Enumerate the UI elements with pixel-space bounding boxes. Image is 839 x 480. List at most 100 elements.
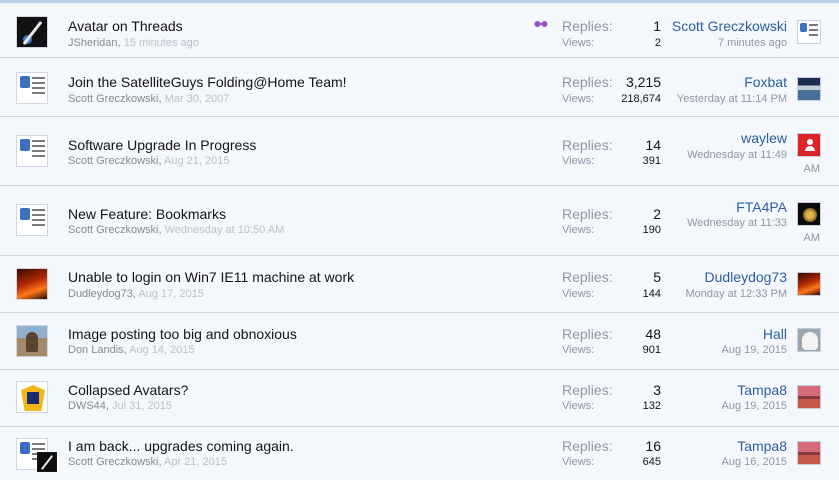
thread-list: Avatar on Threads JSheridan, 15 minutes … bbox=[0, 0, 839, 480]
last-poster-avatar[interactable] bbox=[797, 385, 821, 409]
author-avatar[interactable] bbox=[16, 204, 48, 236]
views-label: Views: bbox=[562, 456, 595, 468]
thread-date[interactable]: Wednesday at 10:50 AM bbox=[165, 224, 285, 236]
thread-date[interactable]: 15 minutes ago bbox=[124, 37, 199, 49]
replies-label: Replies: bbox=[562, 206, 613, 222]
last-poster[interactable]: waylew bbox=[741, 130, 787, 146]
last-poster[interactable]: Tampa8 bbox=[737, 382, 787, 398]
thread-row: Collapsed Avatars? DWS44, Jul 31, 2015 R… bbox=[0, 370, 839, 427]
thread-date[interactable]: Jul 31, 2015 bbox=[112, 400, 172, 412]
thread-author[interactable]: Scott Greczkowski bbox=[68, 93, 158, 105]
author-avatar[interactable] bbox=[16, 325, 48, 357]
views-count: 218,674 bbox=[621, 93, 661, 105]
thread-meta: Scott Greczkowski, Wednesday at 10:50 AM bbox=[68, 224, 285, 236]
thread-meta: Dudleydog73, Aug 17, 2015 bbox=[68, 288, 204, 300]
last-poster-avatar[interactable] bbox=[797, 20, 821, 44]
views-label: Views: bbox=[562, 288, 595, 300]
thread-meta: Scott Greczkowski, Apr 21, 2015 bbox=[68, 456, 227, 468]
thread-title[interactable]: New Feature: Bookmarks bbox=[68, 206, 226, 222]
thread-title[interactable]: Collapsed Avatars? bbox=[68, 382, 188, 398]
thread-author[interactable]: Scott Greczkowski bbox=[68, 224, 158, 236]
replies-label: Replies: bbox=[562, 74, 613, 90]
last-poster-avatar[interactable] bbox=[797, 441, 821, 465]
last-post-time[interactable]: Wednesday at 11:49 bbox=[687, 149, 787, 161]
thread-title[interactable]: Unable to login on Win7 IE11 machine at … bbox=[68, 269, 354, 285]
viewer-avatar-overlay[interactable] bbox=[37, 452, 57, 472]
views-count: 391 bbox=[642, 155, 661, 167]
views-label: Views: bbox=[562, 224, 595, 236]
thread-title[interactable]: Join the SatelliteGuys Folding@Home Team… bbox=[68, 74, 347, 90]
thread-date[interactable]: Aug 21, 2015 bbox=[164, 155, 229, 167]
thread-row: Software Upgrade In Progress Scott Grecz… bbox=[0, 117, 839, 186]
thread-date[interactable]: Aug 17, 2015 bbox=[138, 288, 203, 300]
views-count: 132 bbox=[642, 400, 661, 412]
thread-date[interactable]: Aug 14, 2015 bbox=[129, 344, 194, 356]
thread-title[interactable]: Image posting too big and obnoxious bbox=[68, 326, 297, 342]
thread-author[interactable]: Dudleydog73 bbox=[68, 288, 133, 300]
thread-author[interactable]: Scott Greczkowski bbox=[68, 155, 158, 167]
thread-date[interactable]: Mar 30, 2007 bbox=[165, 93, 230, 105]
last-poster-avatar[interactable] bbox=[797, 272, 821, 296]
author-avatar[interactable] bbox=[16, 381, 48, 413]
thread-date[interactable]: Apr 21, 2015 bbox=[164, 456, 227, 468]
thread-author[interactable]: Scott Greczkowski bbox=[68, 456, 158, 468]
views-count: 2 bbox=[654, 37, 661, 49]
replies-label: Replies: bbox=[562, 137, 613, 153]
last-poster[interactable]: Foxbat bbox=[744, 74, 787, 90]
last-poster[interactable]: Scott Greczkowski bbox=[672, 18, 787, 34]
last-post-time[interactable]: Monday at 12:33 PM bbox=[685, 288, 787, 300]
last-poster-avatar[interactable] bbox=[797, 328, 821, 352]
thread-author[interactable]: JSheridan bbox=[68, 37, 118, 49]
views-count: 645 bbox=[642, 456, 661, 468]
last-post-time[interactable]: 7 minutes ago bbox=[718, 37, 787, 49]
last-poster[interactable]: Tampa8 bbox=[737, 438, 787, 454]
views-label: Views: bbox=[562, 93, 595, 105]
glasses-icon[interactable] bbox=[534, 17, 548, 32]
thread-row: I am back... upgrades coming again. Scot… bbox=[0, 427, 839, 480]
replies-label: Replies: bbox=[562, 438, 613, 454]
replies-count: 48 bbox=[645, 326, 661, 342]
thread-meta: Scott Greczkowski, Aug 21, 2015 bbox=[68, 155, 230, 167]
replies-count: 14 bbox=[645, 137, 661, 153]
last-poster-avatar[interactable] bbox=[797, 133, 821, 157]
thread-author[interactable]: DWS44 bbox=[68, 400, 106, 412]
last-poster[interactable]: Hall bbox=[763, 326, 787, 342]
last-post-time-wrap[interactable]: AM bbox=[804, 232, 821, 244]
author-avatar[interactable] bbox=[16, 135, 48, 167]
thread-meta: DWS44, Jul 31, 2015 bbox=[68, 400, 172, 412]
last-post-time[interactable]: Aug 16, 2015 bbox=[722, 456, 787, 468]
last-poster-avatar[interactable] bbox=[797, 202, 821, 226]
last-post-time[interactable]: Aug 19, 2015 bbox=[722, 344, 787, 356]
replies-label: Replies: bbox=[562, 326, 613, 342]
views-count: 901 bbox=[642, 344, 661, 356]
last-post-time[interactable]: Yesterday at 11:14 PM bbox=[677, 93, 787, 105]
author-avatar[interactable] bbox=[16, 16, 48, 48]
thread-author[interactable]: Don Landis bbox=[68, 344, 124, 356]
last-post-time-wrap[interactable]: AM bbox=[804, 163, 821, 175]
last-post-time[interactable]: Wednesday at 11:33 bbox=[687, 217, 787, 229]
replies-label: Replies: bbox=[562, 382, 613, 398]
replies-count: 3,215 bbox=[625, 74, 661, 90]
author-avatar[interactable] bbox=[16, 72, 48, 104]
thread-row: Image posting too big and obnoxious Don … bbox=[0, 313, 839, 370]
last-poster[interactable]: Dudleydog73 bbox=[704, 269, 787, 285]
views-count: 144 bbox=[642, 288, 661, 300]
thread-meta: Don Landis, Aug 14, 2015 bbox=[68, 344, 195, 356]
thread-title[interactable]: Software Upgrade In Progress bbox=[68, 137, 256, 153]
views-label: Views: bbox=[562, 400, 595, 412]
last-post-time[interactable]: Aug 19, 2015 bbox=[722, 400, 787, 412]
thread-title[interactable]: I am back... upgrades coming again. bbox=[68, 438, 294, 454]
author-avatar[interactable] bbox=[16, 268, 48, 300]
last-poster-avatar[interactable] bbox=[797, 77, 821, 101]
replies-count: 5 bbox=[653, 269, 661, 285]
replies-count: 2 bbox=[653, 206, 661, 222]
replies-count: 1 bbox=[653, 18, 661, 34]
replies-label: Replies: bbox=[562, 18, 613, 34]
views-label: Views: bbox=[562, 344, 595, 356]
replies-count: 16 bbox=[645, 438, 661, 454]
views-count: 190 bbox=[642, 224, 661, 236]
last-poster[interactable]: FTA4PA bbox=[736, 199, 787, 215]
thread-row: Avatar on Threads JSheridan, 15 minutes … bbox=[0, 3, 839, 58]
thread-title[interactable]: Avatar on Threads bbox=[68, 18, 183, 34]
replies-count: 3 bbox=[653, 382, 661, 398]
